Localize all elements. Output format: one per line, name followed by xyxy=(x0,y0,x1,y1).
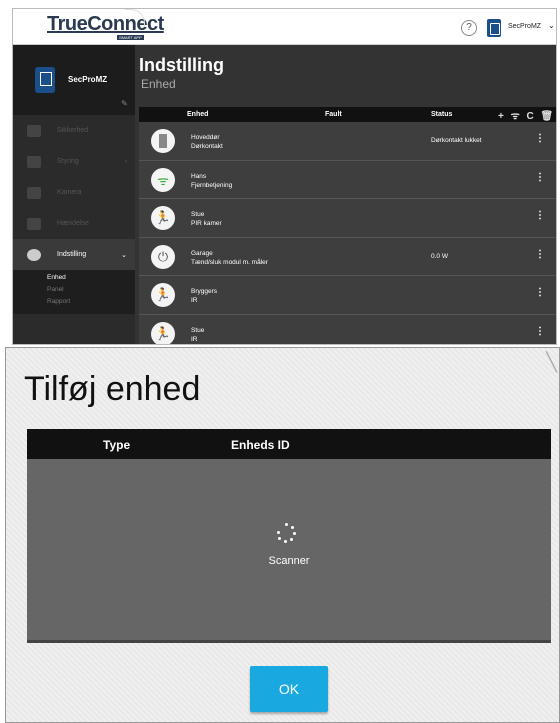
sidebar: SecProMZ ✎ Sikkerhed Styring › Kamera Hæ… xyxy=(13,45,135,344)
gear-icon xyxy=(27,248,41,261)
device-label: Garage Tænd/sluk modul m. måler xyxy=(191,249,268,266)
sidebar-item-label: Hændelse xyxy=(57,220,89,227)
device-table-header: Enhed Fault Status + ᯤ C 🗑 xyxy=(139,107,556,122)
device-label: Stue IR xyxy=(191,326,205,343)
user-avatar-icon[interactable] xyxy=(487,19,501,37)
sidebar-item-kamera[interactable]: Kamera xyxy=(13,177,135,208)
sidebar-item-label: Styring xyxy=(57,158,79,165)
subnav-item-rapport[interactable]: Rapport xyxy=(47,298,135,310)
scan-table-header: Type Enheds ID xyxy=(27,429,551,459)
app-window: TrueConnect SMART APP ? SecProMZ ⌄ SecPr… xyxy=(12,8,557,345)
table-row[interactable]: ⏻ Garage Tænd/sluk modul m. måler 0.0 W ⋮ xyxy=(139,237,556,276)
app-logo: TrueConnect xyxy=(47,13,164,35)
sidebar-item-label: Sikkerhed xyxy=(57,127,89,134)
more-options-icon[interactable]: ⋮ xyxy=(535,326,545,337)
scanning-label: Scanner xyxy=(268,555,310,567)
edit-icon[interactable]: ✎ xyxy=(121,99,128,108)
column-header-fault: Fault xyxy=(325,111,342,118)
column-header-status: Status xyxy=(431,111,453,118)
device-list: Hoveddør Dørkontakt Dørkontakt lukket ⋮ ᯤ… xyxy=(139,122,556,344)
sidebar-item-label: Kamera xyxy=(57,189,82,196)
device-label: Hoveddør Dørkontakt xyxy=(191,134,223,150)
camera-icon xyxy=(27,186,41,199)
column-header-device-id: Enheds ID xyxy=(231,438,290,452)
subnav-item-enhed[interactable]: Enhed xyxy=(47,274,135,286)
sidebar-item-sikkerhed[interactable]: Sikkerhed xyxy=(13,115,135,146)
table-row[interactable]: Hoveddør Dørkontakt Dørkontakt lukket ⋮ xyxy=(139,122,556,161)
table-row[interactable]: 🏃 Stue PIR kamer ⋮ xyxy=(139,199,556,238)
sidebar-item-label: Indstilling xyxy=(57,251,87,258)
table-row[interactable]: 🏃 Bryggers IR ⋮ xyxy=(139,276,556,315)
device-status: Dørkontakt lukket xyxy=(431,137,482,144)
chevron-down-icon[interactable]: ⌄ xyxy=(548,21,555,30)
power-module-icon: ⏻ xyxy=(151,244,175,269)
panel-avatar-icon xyxy=(35,67,55,93)
column-header-enhed: Enhed xyxy=(187,111,209,118)
door-contact-icon xyxy=(151,129,175,153)
ir-motion-icon: 🏃 xyxy=(151,321,175,344)
ir-motion-icon: 🏃 xyxy=(151,283,175,307)
page-subtitle: Enhed xyxy=(141,77,176,91)
help-icon[interactable]: ? xyxy=(461,20,477,36)
sidebar-item-indstilling[interactable]: Indstilling ⌄ xyxy=(13,239,135,270)
sliders-icon xyxy=(27,155,41,168)
profile-panel: SecProMZ ✎ xyxy=(13,45,135,115)
chevron-down-icon: ⌄ xyxy=(121,251,127,259)
profile-name: SecProMZ xyxy=(68,75,108,84)
table-tools[interactable]: + ᯤ C 🗑 xyxy=(498,108,555,122)
chevron-right-icon: › xyxy=(124,158,127,165)
main-content: Indstilling Enhed Enhed Fault Status + ᯤ… xyxy=(135,45,556,344)
shield-icon xyxy=(27,124,41,137)
pir-camera-icon: 🏃 xyxy=(151,206,175,230)
logo-subtitle: SMART APP xyxy=(117,35,144,40)
table-row[interactable]: 🏃 Stue IR ⋮ xyxy=(139,314,556,344)
more-options-icon[interactable]: ⋮ xyxy=(535,287,545,298)
sidebar-item-styring[interactable]: Styring › xyxy=(13,146,135,177)
more-options-icon[interactable]: ⋮ xyxy=(535,172,545,183)
user-menu-label[interactable]: SecProMZ xyxy=(508,23,541,30)
device-status: 0.0 W xyxy=(431,252,448,260)
device-label: Bryggers IR xyxy=(191,288,218,304)
scan-results-table: Type Enheds ID Scanner xyxy=(27,429,551,643)
table-row[interactable]: ᯤ Hans Fjernbetjening ⋮ xyxy=(139,160,556,199)
close-icon[interactable]: ╲ xyxy=(546,352,557,373)
add-device-dialog: ╲ Tilføj enhed Type Enheds ID Scanner OK xyxy=(5,347,560,723)
more-options-icon[interactable]: ⋮ xyxy=(535,133,545,144)
logo-arc xyxy=(125,9,145,27)
dialog-title: Tilføj enhed xyxy=(24,370,201,408)
list-icon xyxy=(27,217,41,230)
ok-button[interactable]: OK xyxy=(250,666,328,712)
loading-spinner-icon xyxy=(277,523,297,543)
device-label: Hans Fjernbetjening xyxy=(191,172,233,189)
more-options-icon[interactable]: ⋮ xyxy=(535,249,545,260)
sidebar-subnav: Enhed Panel Rapport xyxy=(13,270,135,314)
top-header: TrueConnect SMART APP ? SecProMZ ⌄ xyxy=(13,9,556,45)
page-title: Indstilling xyxy=(139,55,224,75)
subnav-item-panel[interactable]: Panel xyxy=(47,286,135,298)
remote-icon: ᯤ xyxy=(151,167,175,192)
sidebar-item-haendelse[interactable]: Hændelse xyxy=(13,208,135,239)
device-label: Stue PIR kamer xyxy=(191,211,222,227)
more-options-icon[interactable]: ⋮ xyxy=(535,210,545,221)
column-header-type: Type xyxy=(103,438,131,452)
